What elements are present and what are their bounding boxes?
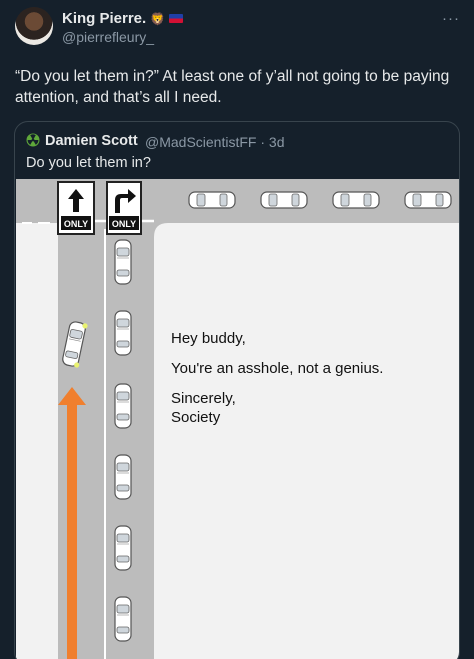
sign-right-label: ONLY [112,219,136,229]
right-turn-only-sign: ONLY [106,181,142,235]
author-name-row[interactable]: King Pierre. 🦁 [62,10,184,27]
meme-image[interactable]: ONLY ONLY Hey buddy, You're an asshole, … [16,179,459,659]
author-handle[interactable]: @pierrefleury_ [62,29,154,45]
caption-line-1: Hey buddy, [171,330,246,347]
lion-emoji-icon: 🦁 [150,11,166,26]
author-avatar[interactable] [15,7,53,45]
tweet-text: “Do you let them in?” At least one of y’… [15,68,450,106]
quote-author-name[interactable]: Damien Scott [45,133,138,149]
straight-only-sign: ONLY [57,181,95,235]
caption-line-3: Sincerely, [171,390,236,407]
author-name[interactable]: King Pierre. [62,10,146,27]
radiation-icon [26,133,40,147]
meme-caption: Hey buddy, You're an asshole, not a geni… [171,329,383,427]
caption-line-4: Society [171,409,221,426]
sign-left-label: ONLY [64,219,88,229]
caption-line-2: You're an asshole, not a genius. [171,360,384,377]
quote-text: Do you let them in? [26,155,151,171]
more-dots-icon[interactable]: ··· [442,10,460,27]
quoted-tweet-card[interactable]: Damien Scott @MadScientistFF · 3d Do you… [14,121,460,659]
quote-author-handle[interactable]: @MadScientistFF · 3d [145,134,284,150]
haiti-flag-icon [169,14,184,23]
